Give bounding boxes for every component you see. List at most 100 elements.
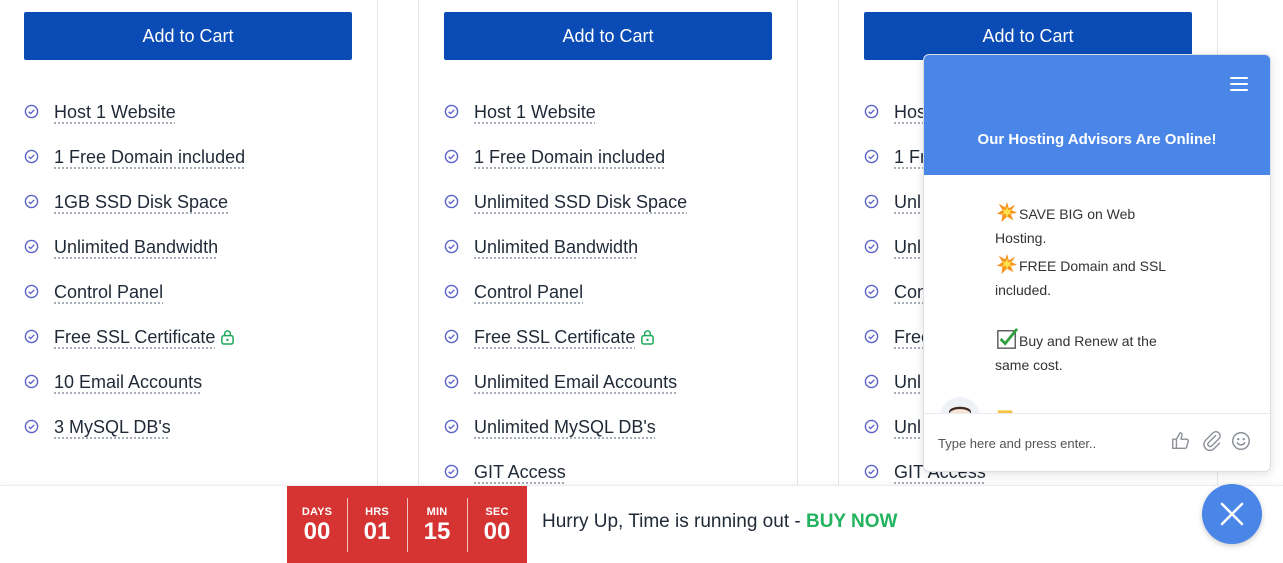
add-to-cart-button[interactable]: Add to Cart [24, 12, 352, 60]
check-circle-icon [864, 329, 879, 344]
chat-close-button[interactable] [1202, 484, 1262, 544]
feature-label[interactable]: Unl [894, 371, 921, 393]
lock-icon [640, 329, 655, 345]
check-circle-icon [864, 374, 879, 389]
countdown-label: SEC [467, 506, 527, 518]
collision-emoji-icon [995, 253, 1019, 275]
check-circle-icon [444, 329, 459, 344]
chat-message-text: Buy and Renew at the same cost. [995, 333, 1157, 373]
check-circle-icon [864, 194, 879, 209]
add-to-cart-button[interactable]: Add to Cart [444, 12, 772, 60]
feature-label[interactable]: Unl [894, 416, 921, 438]
feature-label[interactable]: Host 1 Website [474, 101, 596, 123]
feature-list: Host 1 Website 1 Free Domain included 1G… [24, 89, 245, 449]
check-circle-icon [444, 464, 459, 479]
countdown-value: 00 [467, 518, 527, 546]
check-circle-icon [24, 194, 39, 209]
chat-messages: SAVE BIG on Web Hosting. FREE Domain and… [924, 175, 1270, 415]
check-circle-icon [864, 149, 879, 164]
check-circle-icon [444, 419, 459, 434]
countdown-value: 01 [347, 518, 407, 546]
countdown-value: 15 [407, 518, 467, 546]
list-item: 1 Free Domain included [444, 134, 687, 179]
feature-list: Host 1 Website 1 Free Domain included Un… [444, 89, 687, 494]
list-item: 1GB SSD Disk Space [24, 179, 245, 224]
list-item: Host 1 Website [24, 89, 245, 134]
lock-icon [220, 329, 235, 345]
list-item: Unlimited SSD Disk Space [444, 179, 687, 224]
feature-label[interactable]: Unlimited SSD Disk Space [474, 191, 687, 213]
list-item: 3 MySQL DB's [24, 404, 245, 449]
check-circle-icon [444, 104, 459, 119]
feature-label[interactable]: Unl [894, 191, 921, 213]
promo-message: Hurry Up, Time is running out - BUY NOW [542, 511, 897, 533]
check-mark-emoji-icon [995, 328, 1019, 350]
check-circle-icon [24, 419, 39, 434]
countdown-minutes: MIN 15 [407, 486, 467, 563]
feature-label[interactable]: Control Panel [54, 281, 163, 303]
check-circle-icon [24, 329, 39, 344]
countdown-days: DAYS 00 [287, 486, 347, 563]
feature-label[interactable]: 1 Free Domain included [54, 146, 245, 168]
countdown-seconds: SEC 00 [467, 486, 527, 563]
check-circle-icon [24, 239, 39, 254]
feature-label[interactable]: Unl [894, 236, 921, 258]
feature-label[interactable]: 1GB SSD Disk Space [54, 191, 228, 213]
smiley-icon[interactable] [1230, 430, 1252, 452]
list-item: 1 Free Domain included [24, 134, 245, 179]
feature-label[interactable]: 3 MySQL DB's [54, 416, 171, 438]
check-circle-icon [24, 284, 39, 299]
check-circle-icon [864, 464, 879, 479]
list-item: Unlimited MySQL DB's [444, 404, 687, 449]
list-item: Control Panel [24, 269, 245, 314]
buy-now-link[interactable]: BUY NOW [806, 511, 897, 532]
promo-text: Hurry Up, Time is running out - [542, 511, 806, 532]
feature-label[interactable]: Unlimited MySQL DB's [474, 416, 656, 438]
feature-label[interactable]: Unlimited Bandwidth [54, 236, 218, 258]
plan-column-1: Add to Cart Host 1 Website 1 Free Domain… [0, 0, 378, 485]
close-icon [1219, 501, 1245, 527]
check-circle-icon [444, 194, 459, 209]
feature-label[interactable]: Control Panel [474, 281, 583, 303]
plan-column-2: Add to Cart Host 1 Website 1 Free Domain… [418, 0, 798, 485]
list-item: 10 Email Accounts [24, 359, 245, 404]
feature-label[interactable]: Free SSL Certificate [474, 326, 635, 348]
feature-label[interactable]: Unlimited Email Accounts [474, 371, 677, 393]
check-circle-icon [444, 149, 459, 164]
countdown-label: HRS [347, 506, 407, 518]
chat-input-bar [924, 413, 1270, 471]
chat-message: SAVE BIG on Web Hosting. [995, 201, 1175, 250]
add-to-cart-button[interactable]: Add to Cart [864, 12, 1192, 60]
list-item: Unlimited Bandwidth [24, 224, 245, 269]
chat-message: FREE Domain and SSL included. [995, 253, 1175, 302]
feature-label[interactable]: 10 Email Accounts [54, 371, 202, 393]
thumbs-up-icon[interactable] [1170, 430, 1192, 452]
feature-label[interactable]: Host 1 Website [54, 101, 176, 123]
collision-emoji-icon [995, 201, 1019, 223]
feature-label[interactable]: Free SSL Certificate [54, 326, 215, 348]
countdown-hours: HRS 01 [347, 486, 407, 563]
countdown-timer: DAYS 00 HRS 01 MIN 15 SEC 00 [287, 486, 527, 563]
countdown-label: MIN [407, 506, 467, 518]
check-circle-icon [864, 419, 879, 434]
feature-label[interactable]: 1 Fr [894, 146, 926, 168]
chat-widget: Our Hosting Advisors Are Online! SAVE BI… [923, 54, 1271, 472]
check-circle-icon [864, 104, 879, 119]
list-item: Free SSL Certificate [444, 314, 687, 359]
check-circle-icon [444, 284, 459, 299]
chat-message-input[interactable] [938, 432, 1158, 454]
check-circle-icon [444, 239, 459, 254]
check-circle-icon [24, 374, 39, 389]
list-item: Unlimited Email Accounts [444, 359, 687, 404]
feature-label[interactable]: 1 Free Domain included [474, 146, 665, 168]
feature-label[interactable]: Unlimited Bandwidth [474, 236, 638, 258]
check-circle-icon [24, 104, 39, 119]
chat-title: Our Hosting Advisors Are Online! [924, 131, 1270, 148]
check-circle-icon [24, 149, 39, 164]
chat-header: Our Hosting Advisors Are Online! [924, 55, 1270, 175]
menu-icon[interactable] [1230, 77, 1248, 91]
feature-label[interactable]: GIT Access [474, 461, 566, 483]
check-circle-icon [444, 374, 459, 389]
check-circle-icon [864, 239, 879, 254]
paperclip-icon[interactable] [1201, 430, 1223, 452]
